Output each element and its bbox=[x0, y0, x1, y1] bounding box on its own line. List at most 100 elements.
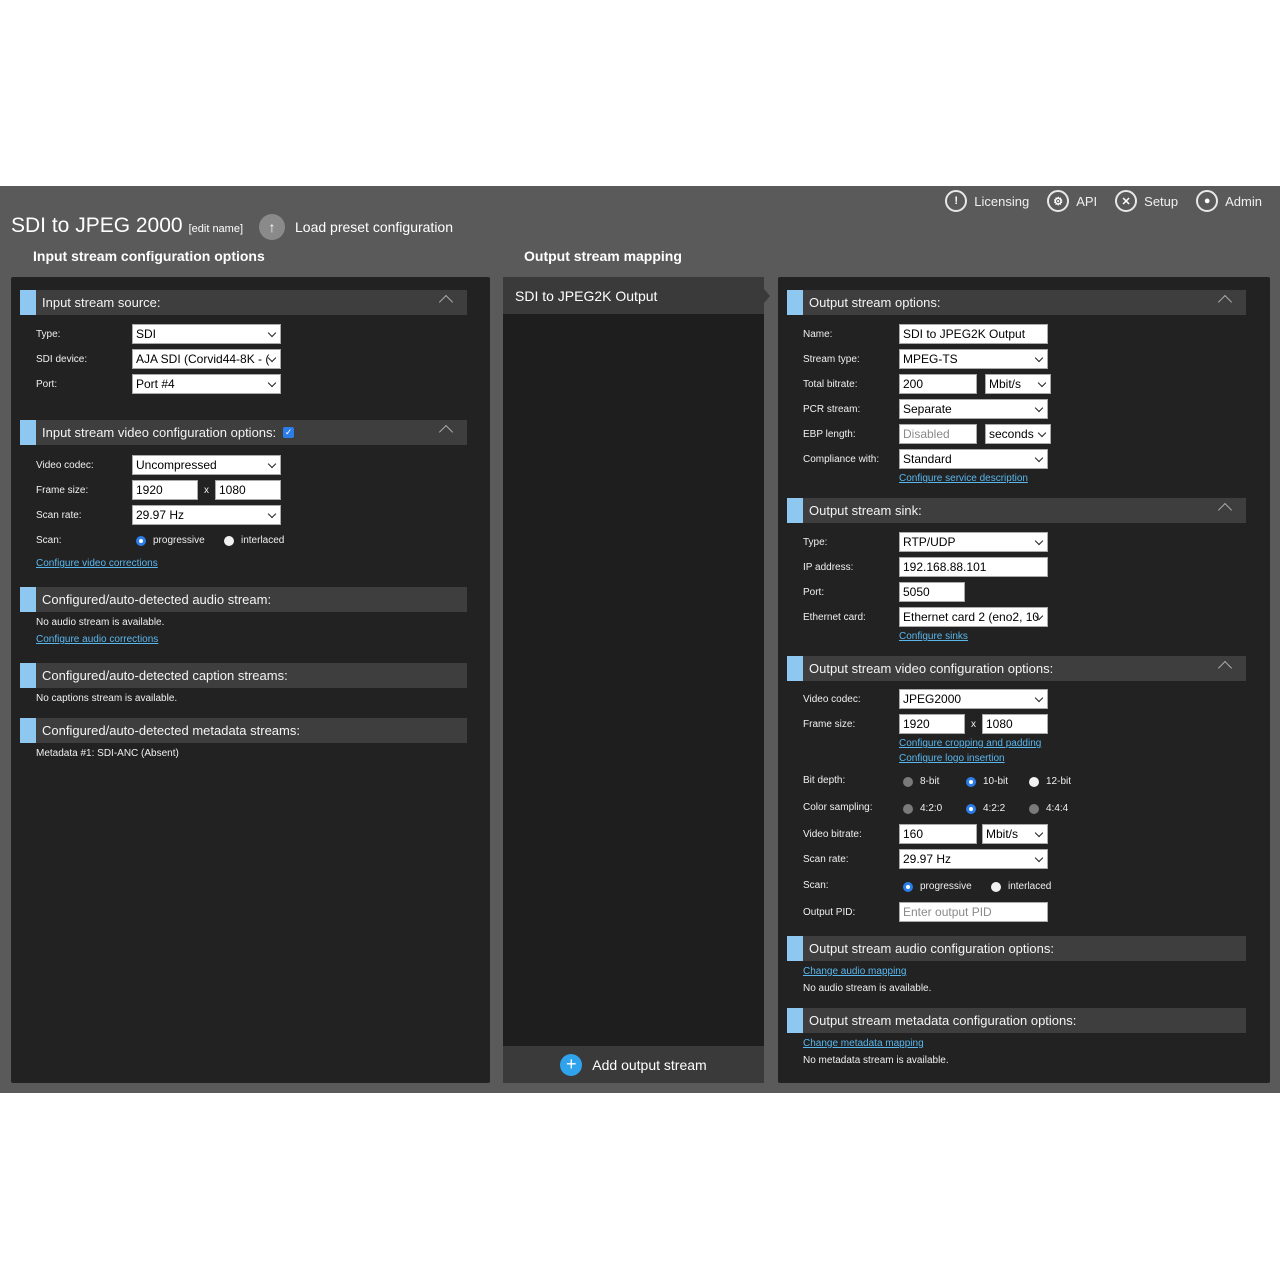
compliance-select[interactable]: Standard bbox=[899, 449, 1048, 469]
top-nav: ! Licensing ⚙ API ✕ Setup ● Admin bbox=[945, 188, 1280, 214]
ethernet-card-label: Ethernet card: bbox=[803, 612, 866, 623]
audio-status: No audio stream is available. bbox=[36, 617, 165, 628]
input-audio-header: Configured/auto-detected audio stream: bbox=[20, 587, 467, 612]
sampling-444-radio[interactable]: 4:4:4 bbox=[1029, 803, 1068, 814]
configure-cropping-link[interactable]: Configure cropping and padding bbox=[899, 738, 1041, 749]
radio-label: 4:2:2 bbox=[983, 803, 1006, 814]
input-video-codec-select[interactable]: Uncompressed bbox=[132, 455, 281, 475]
out-scan-rate-label: Scan rate: bbox=[803, 854, 849, 865]
out-scan-progressive-radio[interactable]: progressive bbox=[903, 881, 972, 892]
add-output-label: Add output stream bbox=[592, 1056, 707, 1073]
add-output-stream-button[interactable]: + Add output stream bbox=[503, 1046, 764, 1083]
nav-setup[interactable]: ✕ Setup bbox=[1115, 188, 1178, 214]
scan-interlaced-radio[interactable]: interlaced bbox=[224, 535, 284, 546]
output-pid-label: Output PID: bbox=[803, 907, 856, 918]
sdi-device-select[interactable]: AJA SDI (Corvid44-8K - ( bbox=[132, 349, 281, 369]
ebp-unit-select[interactable]: seconds bbox=[985, 424, 1051, 444]
ethernet-card-select[interactable]: Ethernet card 2 (eno2, 10 bbox=[899, 607, 1048, 627]
radio-label: 8-bit bbox=[920, 776, 940, 787]
scan-progressive-radio[interactable]: progressive bbox=[136, 535, 205, 546]
frame-size-label: Frame size: bbox=[36, 485, 89, 496]
ebp-length-input[interactable]: Disabled bbox=[899, 424, 977, 444]
out-scan-interlaced-radio[interactable]: interlaced bbox=[991, 881, 1051, 892]
configure-sinks-link[interactable]: Configure sinks bbox=[899, 631, 968, 642]
nav-setup-label: Setup bbox=[1144, 193, 1179, 209]
bitdepth-10-radio[interactable]: 10-bit bbox=[966, 776, 1008, 787]
section-title: Output stream sink: bbox=[809, 503, 922, 518]
section-marker bbox=[20, 718, 36, 743]
out-frame-size-label: Frame size: bbox=[803, 719, 856, 730]
input-video-header[interactable]: Input stream video configuration options… bbox=[20, 420, 467, 445]
input-heading: Input stream configuration options bbox=[33, 248, 265, 264]
input-type-select[interactable]: SDI bbox=[132, 324, 281, 344]
bitdepth-12-radio[interactable]: 12-bit bbox=[1029, 776, 1071, 787]
enable-checkbox[interactable]: ✓ bbox=[283, 427, 295, 438]
bitdepth-8-radio[interactable]: 8-bit bbox=[903, 776, 939, 787]
frame-height-input[interactable]: 1080 bbox=[215, 480, 281, 500]
sampling-420-radio[interactable]: 4:2:0 bbox=[903, 803, 942, 814]
video-bitrate-label: Video bitrate: bbox=[803, 829, 862, 840]
nav-api[interactable]: ⚙ API bbox=[1047, 188, 1097, 214]
sink-type-select[interactable]: RTP/UDP bbox=[899, 532, 1048, 552]
sink-port-input[interactable]: 5050 bbox=[899, 582, 965, 602]
output-audio-header: Output stream audio configuration option… bbox=[787, 936, 1246, 961]
section-title: Output stream options: bbox=[809, 295, 941, 310]
radio-disabled-icon bbox=[1029, 803, 1039, 814]
pcr-stream-select[interactable]: Separate bbox=[899, 399, 1048, 419]
configure-audio-corrections-link[interactable]: Configure audio corrections bbox=[36, 634, 158, 645]
out-frame-height-input[interactable]: 1080 bbox=[982, 714, 1048, 734]
chevron-up-icon[interactable] bbox=[438, 424, 454, 440]
output-pid-input[interactable]: Enter output PID bbox=[899, 902, 1048, 922]
bit-depth-label: Bit depth: bbox=[803, 775, 846, 786]
output-stream-item[interactable]: SDI to JPEG2K Output bbox=[503, 277, 770, 314]
scan-rate-select[interactable]: 29.97 Hz bbox=[132, 505, 281, 525]
total-bitrate-unit-select[interactable]: Mbit/s bbox=[985, 374, 1051, 394]
radio-label: progressive bbox=[153, 535, 205, 546]
color-sampling-label: Color sampling: bbox=[803, 802, 873, 813]
chevron-up-icon[interactable] bbox=[1217, 660, 1233, 676]
pcr-stream-label: PCR stream: bbox=[803, 404, 861, 415]
upload-icon: ↑ bbox=[259, 214, 285, 240]
chevron-up-icon[interactable] bbox=[1217, 294, 1233, 310]
section-marker bbox=[787, 656, 803, 681]
edit-name-link[interactable]: [edit name] bbox=[189, 223, 243, 235]
output-sink-header[interactable]: Output stream sink: bbox=[787, 498, 1246, 523]
chevron-up-icon[interactable] bbox=[438, 294, 454, 310]
total-bitrate-label: Total bitrate: bbox=[803, 379, 858, 390]
change-metadata-mapping-link[interactable]: Change metadata mapping bbox=[803, 1038, 924, 1049]
section-title: Configured/auto-detected audio stream: bbox=[42, 592, 272, 607]
output-name-input[interactable]: SDI to JPEG2K Output bbox=[899, 324, 1048, 344]
chevron-up-icon[interactable] bbox=[1217, 502, 1233, 518]
nav-admin[interactable]: ● Admin bbox=[1196, 188, 1262, 214]
output-video-header[interactable]: Output stream video configuration option… bbox=[787, 656, 1246, 681]
total-bitrate-input[interactable]: 200 bbox=[899, 374, 977, 394]
sink-port-label: Port: bbox=[803, 587, 825, 598]
change-audio-mapping-link[interactable]: Change audio mapping bbox=[803, 966, 906, 977]
configure-logo-link[interactable]: Configure logo insertion bbox=[899, 753, 1005, 764]
video-bitrate-unit-select[interactable]: Mbit/s bbox=[982, 824, 1048, 844]
out-scan-rate-select[interactable]: 29.97 Hz bbox=[899, 849, 1048, 869]
configure-service-link[interactable]: Configure service description bbox=[899, 473, 1028, 484]
nav-api-label: API bbox=[1076, 193, 1098, 209]
section-title: Configured/auto-detected metadata stream… bbox=[42, 723, 300, 738]
configure-video-corrections-link[interactable]: Configure video corrections bbox=[36, 558, 158, 569]
frame-width-input[interactable]: 1920 bbox=[132, 480, 198, 500]
output-video-codec-select[interactable]: JPEG2000 bbox=[899, 689, 1048, 709]
video-bitrate-input[interactable]: 160 bbox=[899, 824, 977, 844]
port-select[interactable]: Port #4 bbox=[132, 374, 281, 394]
ip-address-input[interactable]: 192.168.88.101 bbox=[899, 557, 1048, 577]
nav-licensing[interactable]: ! Licensing bbox=[945, 188, 1029, 214]
load-preset-button[interactable]: ↑ Load preset configuration bbox=[259, 214, 453, 240]
section-marker bbox=[20, 587, 36, 612]
section-title: Output stream video configuration option… bbox=[809, 661, 1054, 676]
metadata-item: Metadata #1: SDI-ANC (Absent) bbox=[36, 748, 179, 759]
stream-type-select[interactable]: MPEG-TS bbox=[899, 349, 1048, 369]
input-source-header[interactable]: Input stream source: bbox=[20, 290, 467, 315]
out-frame-width-input[interactable]: 1920 bbox=[899, 714, 965, 734]
port-label: Port: bbox=[36, 379, 58, 390]
radio-label: 12-bit bbox=[1046, 776, 1072, 787]
video-codec-label: Video codec: bbox=[36, 460, 94, 471]
output-options-header[interactable]: Output stream options: bbox=[787, 290, 1246, 315]
app-window: ! Licensing ⚙ API ✕ Setup ● Admin SDI to… bbox=[0, 186, 1280, 1093]
sampling-422-radio[interactable]: 4:2:2 bbox=[966, 803, 1005, 814]
